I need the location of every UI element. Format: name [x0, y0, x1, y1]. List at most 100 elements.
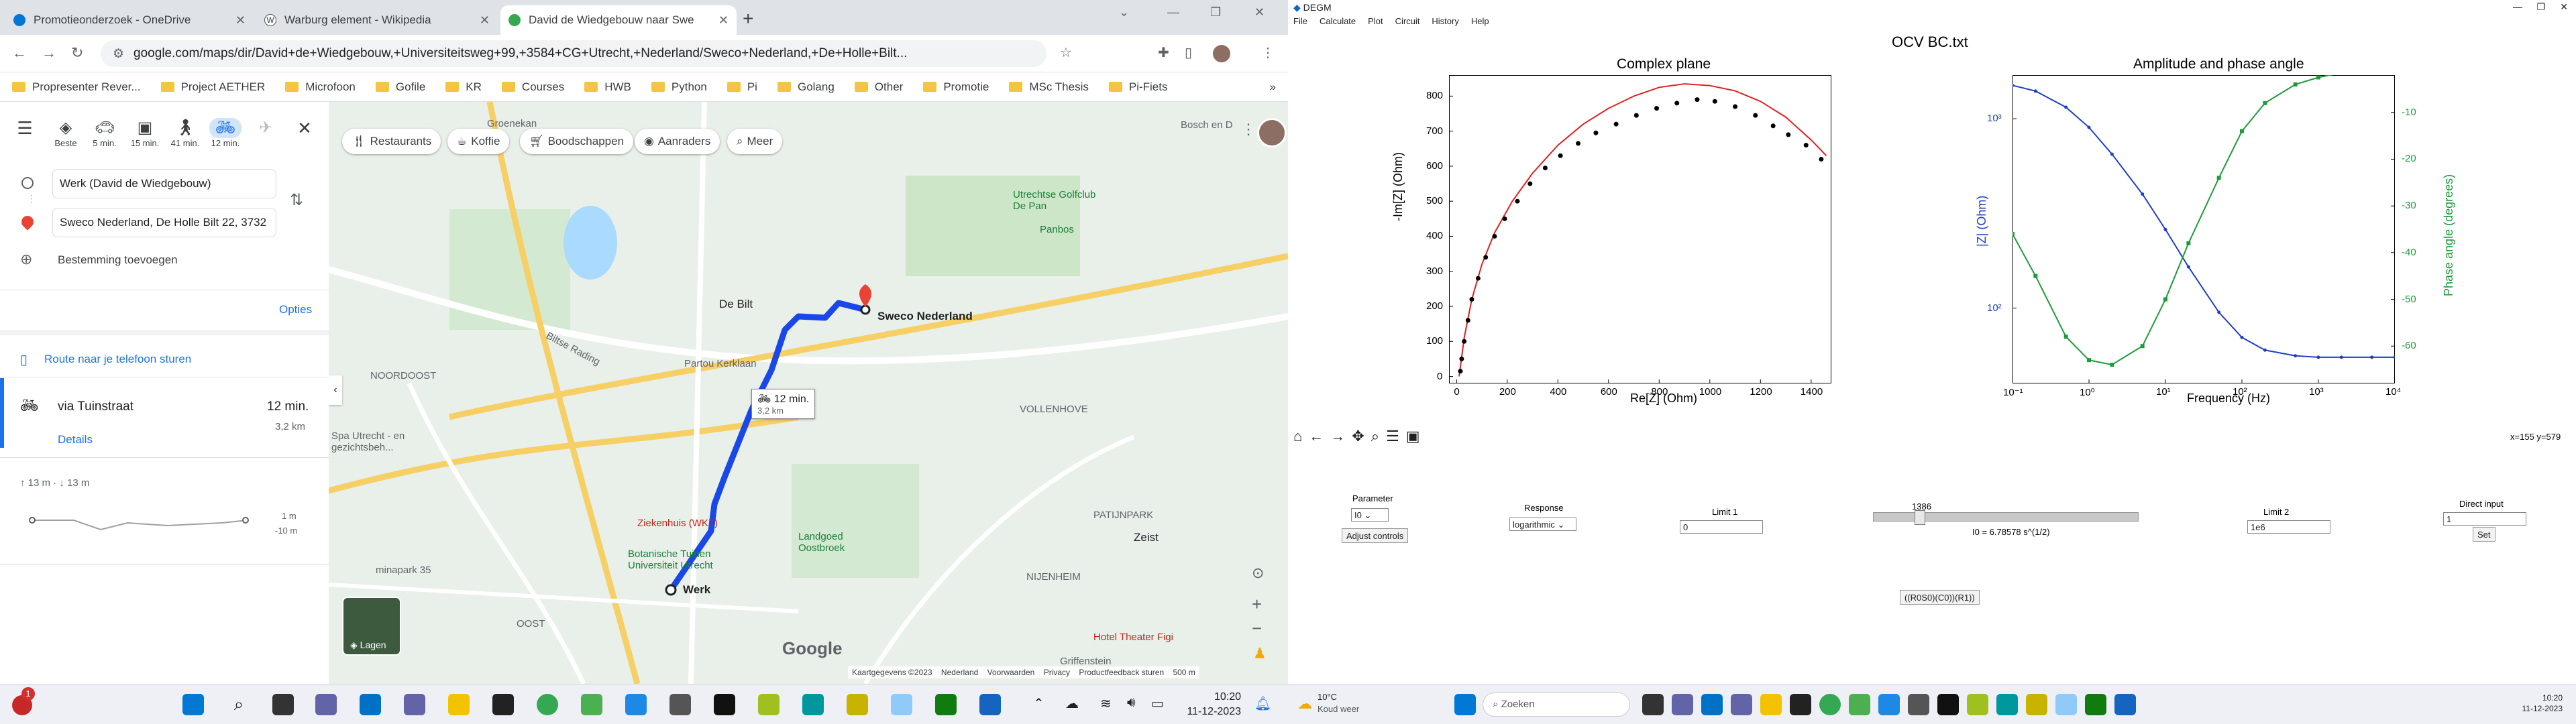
mode-train[interactable]: ▣ 15 min. [125, 118, 165, 148]
app-icon[interactable] [625, 694, 647, 715]
map-label-start[interactable]: Werk [683, 583, 710, 597]
weather-widget[interactable]: 10°C Koud weer [1318, 691, 1359, 715]
extensions-icon[interactable]: ✚ [1158, 44, 1169, 61]
minimize-icon[interactable]: — [2513, 1, 2522, 12]
mode-car[interactable]: 🚗︎ 5 min. [85, 118, 125, 148]
bookmark-item[interactable]: Pi [727, 80, 757, 94]
parameter-slider[interactable] [1873, 510, 2139, 525]
home-icon[interactable]: ⌂ [1293, 428, 1302, 445]
tab-search-icon[interactable]: ⌄ [1119, 5, 1129, 19]
terminal-icon[interactable] [492, 694, 514, 715]
save-icon[interactable]: ▣ [1406, 428, 1420, 445]
back-icon[interactable]: ← [1309, 428, 1324, 445]
app-icon[interactable] [847, 694, 868, 715]
arduino-icon[interactable] [1996, 694, 2018, 715]
app-icon[interactable] [1967, 694, 1988, 715]
app-icon[interactable] [891, 694, 912, 715]
menu-kebab-icon[interactable]: ⋮ [1261, 44, 1275, 61]
system-clock[interactable]: 10:20 11-12-2023 [2522, 692, 2563, 714]
bookmark-item[interactable]: HWB [584, 80, 631, 94]
search-icon[interactable]: ⌕ [228, 694, 250, 715]
mode-walk[interactable]: 🚶︎ 41 min. [165, 118, 205, 148]
reload-icon[interactable]: ↻ [71, 44, 83, 62]
chip-recommended[interactable]: ◉ Aanraders [635, 129, 720, 154]
maximize-icon[interactable]: ❐ [1210, 5, 1221, 19]
chip-coffee[interactable]: ☕︎ Koffie [447, 129, 510, 154]
arduino-icon[interactable] [802, 694, 824, 715]
menu-file[interactable]: File [1293, 16, 1307, 31]
bookmark-item[interactable]: MSc Thesis [1009, 80, 1089, 94]
tab-maps[interactable]: David de Wiedgebouw naar Swe ✕ [500, 5, 737, 35]
cloud-icon[interactable]: ☁ [1065, 695, 1079, 712]
limit2-input[interactable]: 1e6 [2247, 520, 2330, 534]
bookmark-item[interactable]: Microfoon [285, 80, 356, 94]
details-link[interactable]: Details [58, 433, 93, 446]
bookmark-item[interactable]: KR [445, 80, 482, 94]
app-icon[interactable] [669, 694, 691, 715]
adjust-controls-button[interactable]: Adjust controls [1342, 528, 1409, 543]
app-icon[interactable] [581, 694, 602, 715]
menu-history[interactable]: History [1432, 16, 1458, 31]
menu-plot[interactable]: Plot [1368, 16, 1383, 31]
system-clock[interactable]: 10:20 11-12-2023 [1187, 690, 1241, 719]
outlook-icon[interactable] [360, 694, 381, 715]
mode-plane[interactable]: ✈ [246, 118, 286, 138]
xbox-icon[interactable] [935, 694, 957, 715]
xbox-icon[interactable] [2085, 694, 2106, 715]
wifi-icon[interactable]: ≋ [1100, 695, 1112, 712]
app-icon[interactable] [1878, 694, 1900, 715]
bookmark-item[interactable]: Project AETHER [160, 80, 265, 94]
account-avatar[interactable] [1257, 118, 1287, 147]
close-icon[interactable]: ✕ [235, 13, 246, 27]
route-callout[interactable]: 🚲︎ 12 min. 3,2 km [751, 389, 816, 419]
app-icon[interactable] [758, 694, 780, 715]
minimize-icon[interactable]: — [1167, 5, 1179, 19]
menu-calculate[interactable]: Calculate [1320, 16, 1356, 31]
bookmark-item[interactable]: Promotie [923, 80, 989, 94]
app-icon[interactable] [2055, 694, 2077, 715]
explorer-icon[interactable] [448, 694, 470, 715]
address-bar[interactable]: ⚙ google.com/maps/dir/David+de+Wiedgebou… [101, 40, 1046, 67]
teams2-icon[interactable] [1731, 694, 1752, 715]
street-view-pegman-icon[interactable]: ♟ [1253, 645, 1267, 662]
bookmark-item[interactable]: Other [854, 80, 903, 94]
notification-bell-icon[interactable]: 🔔︎ [1254, 695, 1271, 712]
route-name[interactable]: via Tuinstraat [58, 400, 133, 414]
options-button[interactable]: Opties [279, 303, 312, 316]
send-to-phone-link[interactable]: Route naar je telefoon sturen [44, 353, 191, 366]
bookmark-item[interactable]: Pi-Fiets [1108, 80, 1167, 94]
forward-icon[interactable]: → [1330, 428, 1345, 445]
app-icon[interactable] [2026, 694, 2047, 715]
origin-input[interactable]: Werk (David de Wiedgebouw) [52, 169, 276, 198]
battery-icon[interactable]: ▭ [1151, 695, 1164, 712]
teams-icon[interactable] [315, 694, 337, 715]
slider-handle[interactable] [1915, 510, 1925, 525]
zoom-out-button[interactable]: − [1252, 618, 1262, 639]
tray-chevron-icon[interactable]: ⌃ [1033, 695, 1044, 712]
app-icon[interactable] [1908, 694, 1929, 715]
app-icon[interactable] [979, 694, 1001, 715]
site-info-icon[interactable]: ⚙ [113, 46, 124, 62]
bookmark-star-icon[interactable]: ☆ [1060, 44, 1072, 61]
app-icon[interactable] [2114, 694, 2136, 715]
response-select[interactable]: logarithmic ⌄ [1509, 518, 1576, 531]
set-button[interactable]: Set [2473, 527, 2496, 542]
collapse-panel-icon[interactable]: ‹ [329, 375, 342, 405]
sidepanel-icon[interactable]: ▯ [1185, 44, 1192, 61]
zoom-icon[interactable]: ⌕ [1371, 428, 1379, 445]
taskbar-search[interactable]: ⌕ Zoeken [1483, 692, 1630, 717]
app-icon[interactable] [1937, 694, 1959, 715]
app-icon[interactable] [714, 694, 735, 715]
window-close-icon[interactable]: ✕ [2560, 1, 2568, 13]
explorer-icon[interactable] [1760, 694, 1782, 715]
layers-button[interactable]: ◈ Lagen [342, 597, 401, 656]
add-stop-icon[interactable]: ⊕ [20, 251, 32, 268]
menu-help[interactable]: Help [1471, 16, 1489, 31]
chrome-icon[interactable] [537, 694, 558, 715]
swap-icon[interactable]: ⇅ [290, 190, 303, 210]
profile-avatar[interactable] [1213, 45, 1230, 62]
map-canvas[interactable]: 🍴︎ Restaurants ☕︎ Koffie 🛒︎ Boodschappen ◉ A… [329, 102, 1288, 684]
windows-start-icon[interactable] [182, 694, 204, 715]
tab-onedrive[interactable]: Promotieonderzoek - OneDrive ✕ [5, 5, 254, 35]
close-icon[interactable]: ✕ [718, 13, 729, 27]
